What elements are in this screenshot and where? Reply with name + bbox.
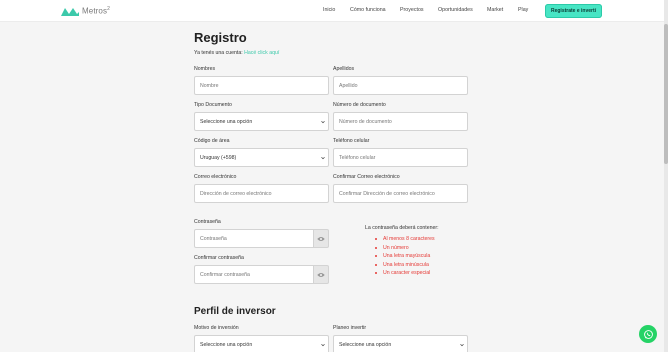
chevron-down-icon [321,120,325,124]
telefono-label: Teléfono celular [333,138,370,144]
brand-name: Metros2 [82,6,110,16]
motivo-value: Seleccione una opción [200,341,253,348]
metros-logo-icon [61,7,79,16]
tipo-documento-value: Seleccione una opción [200,118,253,125]
planeo-label: Planeo invertir [333,325,367,331]
tipo-documento-label: Tipo Documento [194,102,232,108]
numero-documento-input[interactable]: Número de documento [333,112,468,131]
nombres-input[interactable]: Nombre [194,76,329,95]
password-rules-title: La contraseña deberá contener: [365,225,439,231]
motivo-label: Motivo de inversión [194,325,239,331]
brand-logo[interactable]: Metros2 [60,5,110,17]
whatsapp-chat-button[interactable] [639,325,657,343]
motivo-select[interactable]: Seleccione una opción [194,335,329,352]
codigo-area-select[interactable]: Uruguay (+598) [194,148,329,167]
nav-como-funciona[interactable]: Cómo funciona [350,7,386,13]
nav-oportunidades[interactable]: Oportunidades [438,7,473,13]
confirmar-correo-input[interactable]: Confirmar Dirección de correo electrónic… [333,184,468,203]
toggle-password-button[interactable] [314,229,329,248]
telefono-input[interactable]: Teléfono celular [333,148,468,167]
planeo-value: Seleccione una opción [339,341,392,348]
eye-icon [317,236,325,241]
nav-play[interactable]: Play [518,7,528,13]
toggle-confirm-password-button[interactable] [314,265,329,284]
password-rules-list: Al menos 8 caracteres Un número Una letr… [375,235,435,278]
scrollbar-thumb[interactable] [664,24,668,164]
codigo-area-label: Código de área [194,138,230,144]
chevron-down-icon [321,156,325,160]
nav-proyectos[interactable]: Proyectos [400,7,424,13]
nombres-label: Nombres [194,66,216,72]
codigo-area-value: Uruguay (+598) [200,154,237,161]
password-rule: Una letra mayúscula [375,252,435,261]
confirmar-contrasena-input[interactable]: Confirmar contraseña [194,265,314,284]
planeo-select[interactable]: Seleccione una opción [333,335,468,352]
tipo-documento-select[interactable]: Seleccione una opción [194,112,329,131]
password-rule: Un caracter especial [375,269,435,278]
register-invest-button[interactable]: Registrate e invertí [545,4,602,18]
password-rule: Un número [375,244,435,253]
whatsapp-icon [643,329,653,339]
numero-documento-label: Número de documento [333,102,386,108]
investor-profile-title: Perfil de inversor [194,306,276,317]
login-prompt: Ya tenés una cuenta: Hacé click aquí [194,50,280,56]
apellidos-input[interactable]: Apellido [333,76,468,95]
correo-input[interactable]: Dirección de correo electrónico [194,184,329,203]
confirmar-correo-label: Confirmar Correo electrónico [333,174,400,180]
nav-market[interactable]: Market [487,7,503,13]
contrasena-label: Contraseña [194,219,221,225]
apellidos-label: Apellidos [333,66,355,72]
eye-icon [317,272,325,277]
page-title: Registro [194,30,247,45]
contrasena-input[interactable]: Contraseña [194,229,314,248]
chevron-down-icon [460,343,464,347]
confirmar-contrasena-label: Confirmar contraseña [194,255,244,261]
chevron-down-icon [321,343,325,347]
nav-inicio[interactable]: Inicio [323,7,335,13]
login-link[interactable]: Hacé click aquí [244,50,279,56]
top-navbar: Metros2 Inicio Cómo funciona Proyectos O… [0,0,668,22]
correo-label: Correo electrónico [194,174,237,180]
password-rule: Una letra minúscula [375,261,435,270]
password-rule: Al menos 8 caracteres [375,235,435,244]
